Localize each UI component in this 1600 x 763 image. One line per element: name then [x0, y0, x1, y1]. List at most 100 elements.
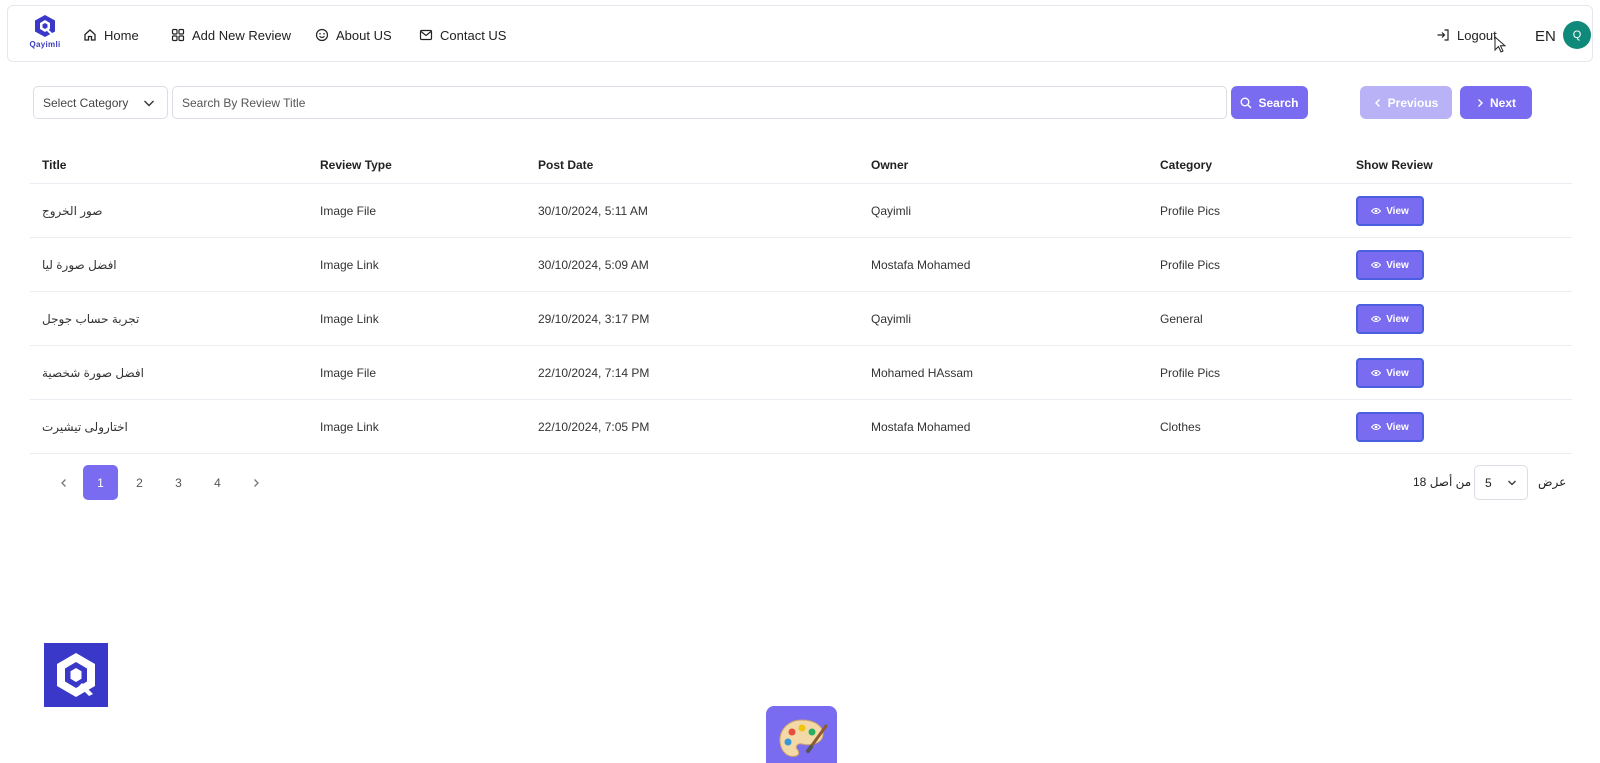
cell-review-type: Image Link — [320, 258, 379, 272]
view-button[interactable]: View — [1356, 196, 1424, 226]
cell-post-date: 30/10/2024, 5:11 AM — [538, 204, 648, 218]
table-row: اختارولى تيشيرت Image Link 22/10/2024, 7… — [30, 400, 1572, 454]
avatar[interactable]: Q — [1563, 21, 1591, 49]
previous-button-label: Previous — [1387, 95, 1439, 110]
nav-add-review[interactable]: Add New Review — [171, 25, 291, 45]
chevron-left-icon — [1374, 98, 1380, 107]
chevron-down-icon — [1508, 480, 1516, 486]
cell-title: صور الخروج — [42, 204, 103, 218]
mouse-cursor-icon — [1494, 36, 1506, 53]
home-icon — [84, 29, 96, 41]
table-header: Title Review Type Post Date Owner Catego… — [30, 150, 1572, 184]
view-button-label: View — [1386, 313, 1409, 325]
nav-add-review-label: Add New Review — [192, 27, 291, 43]
brand-logo-icon — [35, 15, 55, 37]
page-button-3[interactable]: 3 — [161, 465, 196, 500]
page-button-1[interactable]: 1 — [83, 465, 118, 500]
search-button-label: Search — [1258, 95, 1299, 110]
nav-contact-label: Contact US — [440, 27, 507, 43]
next-button[interactable]: Next — [1460, 86, 1532, 119]
total-count-label: من أصل 18 — [1413, 475, 1472, 489]
cell-review-type: Image File — [320, 204, 377, 218]
cell-category: Profile Pics — [1160, 204, 1221, 218]
page-size-select[interactable]: 5 — [1474, 465, 1528, 500]
cell-owner: Mostafa Mohamed — [871, 420, 971, 434]
view-button-label: View — [1386, 367, 1409, 379]
view-button-label: View — [1386, 205, 1409, 217]
eye-icon — [1371, 262, 1382, 268]
logout-icon — [1437, 29, 1449, 41]
logout-button[interactable]: Logout — [1436, 25, 1497, 45]
nav-about-label: About US — [336, 27, 392, 43]
smile-icon — [315, 28, 329, 42]
chevron-right-icon — [1477, 98, 1483, 107]
language-switch[interactable]: EN — [1535, 28, 1556, 45]
view-button-label: View — [1386, 421, 1409, 433]
cell-category: General — [1160, 312, 1203, 326]
nav-about[interactable]: About US — [315, 25, 392, 45]
reviews-table: Title Review Type Post Date Owner Catego… — [30, 150, 1572, 454]
eye-icon — [1371, 208, 1382, 214]
search-icon — [1240, 97, 1252, 108]
search-input[interactable] — [172, 86, 1227, 119]
cell-owner: Mohamed HAssam — [871, 366, 974, 380]
top-navbar: Qayimli Home Add New Review About US Con… — [7, 5, 1593, 62]
page-button-4[interactable]: 4 — [200, 465, 235, 500]
header-title: Title — [42, 158, 67, 172]
table-row: تجربة حساب جوجل Image Link 29/10/2024, 3… — [30, 292, 1572, 346]
header-owner: Owner — [871, 158, 909, 172]
cell-post-date: 22/10/2024, 7:05 PM — [538, 420, 650, 434]
header-show-review: Show Review — [1356, 158, 1433, 172]
cell-review-type: Image Link — [320, 420, 379, 434]
page-button-2[interactable]: 2 — [122, 465, 157, 500]
category-select-value: Select Category — [43, 95, 129, 110]
cell-title: افضل صورة ليا — [42, 258, 117, 272]
brand-logo[interactable]: Qayimli — [20, 12, 70, 56]
cell-owner: Qayimli — [871, 204, 912, 218]
mail-icon — [419, 29, 433, 41]
search-button[interactable]: Search — [1231, 86, 1308, 119]
pagination-next-icon[interactable] — [238, 465, 273, 500]
eye-icon — [1371, 316, 1382, 322]
cell-category: Profile Pics — [1160, 366, 1221, 380]
grid-icon — [171, 28, 185, 42]
cell-title: اختارولى تيشيرت — [42, 420, 128, 434]
palette-icon — [766, 706, 837, 763]
previous-button[interactable]: Previous — [1360, 86, 1452, 119]
table-row: صور الخروج Image File 30/10/2024, 5:11 A… — [30, 184, 1572, 238]
cell-review-type: Image Link — [320, 312, 379, 326]
cell-review-type: Image File — [320, 366, 377, 380]
eye-icon — [1371, 370, 1382, 376]
cell-category: Profile Pics — [1160, 258, 1221, 272]
cell-owner: Qayimli — [871, 312, 912, 326]
cell-post-date: 22/10/2024, 7:14 PM — [538, 366, 650, 380]
cell-post-date: 30/10/2024, 5:09 AM — [538, 258, 649, 272]
cell-title: تجربة حساب جوجل — [42, 312, 140, 326]
nav-contact[interactable]: Contact US — [419, 25, 506, 45]
view-button[interactable]: View — [1356, 412, 1424, 442]
cell-title: افضل صورة شخصية — [42, 366, 144, 380]
eye-icon — [1371, 424, 1382, 430]
show-label: عرض — [1538, 475, 1567, 489]
view-button[interactable]: View — [1356, 304, 1424, 334]
header-category: Category — [1160, 158, 1213, 172]
app-logo-icon — [44, 643, 108, 707]
view-button-label: View — [1386, 259, 1409, 271]
category-select[interactable]: Select Category — [33, 86, 168, 119]
logout-label: Logout — [1457, 27, 1497, 43]
cell-category: Clothes — [1160, 420, 1201, 434]
view-button[interactable]: View — [1356, 358, 1424, 388]
view-button[interactable]: View — [1356, 250, 1424, 280]
chevron-down-icon — [144, 100, 154, 107]
next-button-label: Next — [1489, 95, 1516, 110]
page-size-value: 5 — [1485, 475, 1492, 490]
nav-home[interactable]: Home — [83, 25, 139, 45]
brand-name: Qayimli — [29, 40, 61, 49]
table-row: افضل صورة ليا Image Link 30/10/2024, 5:0… — [30, 238, 1572, 292]
cell-post-date: 29/10/2024, 3:17 PM — [538, 312, 650, 326]
nav-home-label: Home — [104, 27, 139, 43]
header-review-type: Review Type — [320, 158, 392, 172]
cell-owner: Mostafa Mohamed — [871, 258, 971, 272]
pagination-prev-icon[interactable] — [46, 465, 81, 500]
header-post-date: Post Date — [538, 158, 594, 172]
